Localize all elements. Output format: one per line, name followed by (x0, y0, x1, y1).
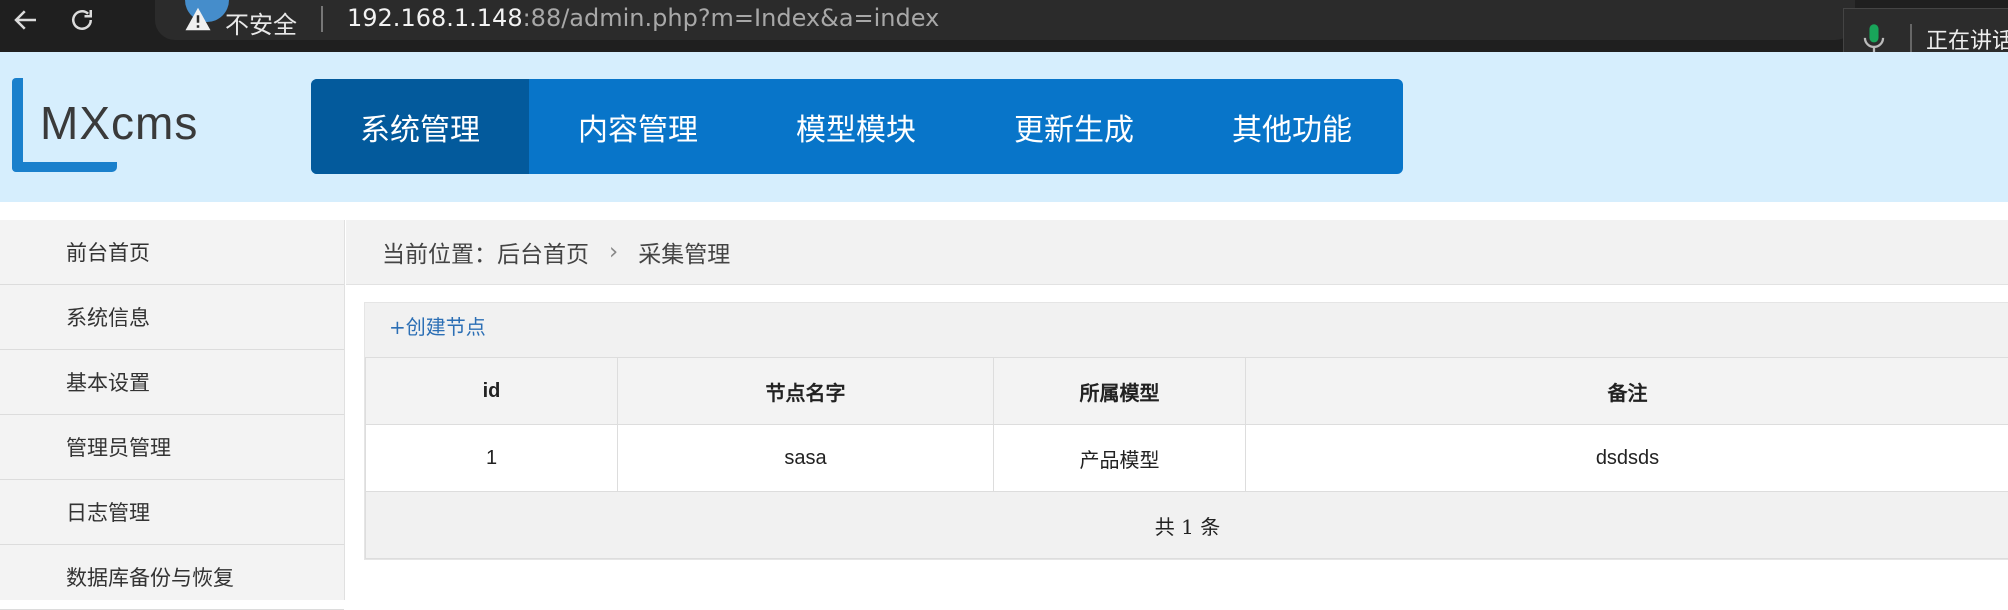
total-row: 共 1 条 (366, 492, 2008, 559)
breadcrumb: 当前位置： 后台首页 › 采集管理 (346, 220, 2008, 285)
url-host: 192.168.1.148 (347, 4, 523, 32)
speech-status: 正在讲话 (1926, 23, 2008, 55)
create-node-link[interactable]: +创建节点 (389, 311, 486, 340)
reload-button[interactable] (56, 0, 108, 40)
sidebar: 前台首页 系统信息 基本设置 管理员管理 日志管理 数据库备份与恢复 (0, 220, 345, 600)
sidebar-item-admin-management[interactable]: 管理员管理 (0, 415, 344, 480)
breadcrumb-current: 采集管理 (638, 235, 730, 269)
tab-system-management[interactable]: 系统管理 (311, 79, 529, 174)
sidebar-item-log-management[interactable]: 日志管理 (0, 480, 344, 545)
node-list-panel: +创建节点 id 节点名字 所属模型 备注 1 sasa 产品模型 dsdsds (364, 302, 2008, 560)
sidebar-item-frontend-home[interactable]: 前台首页 (0, 220, 344, 285)
table-header-row: id 节点名字 所属模型 备注 (366, 358, 2008, 425)
speech-divider (1910, 24, 1912, 54)
address-divider (321, 6, 323, 32)
breadcrumb-home-link[interactable]: 后台首页 (497, 235, 589, 269)
sidebar-item-database-backup[interactable]: 数据库备份与恢复 (0, 545, 344, 610)
table-row[interactable]: 1 sasa 产品模型 dsdsds (366, 425, 2008, 492)
main-content: 当前位置： 后台首页 › 采集管理 +创建节点 id 节点名字 所属模型 备注 … (346, 220, 2008, 600)
tab-model-modules[interactable]: 模型模块 (747, 79, 965, 174)
main-nav: 系统管理 内容管理 模型模块 更新生成 其他功能 (311, 79, 1403, 174)
address-bar[interactable]: 不安全 192.168.1.148:88/admin.php?m=Index&a… (155, 0, 1855, 40)
security-label[interactable]: 不安全 (225, 5, 297, 40)
cell-remark: dsdsds (1246, 425, 2008, 492)
tab-other-functions[interactable]: 其他功能 (1183, 79, 1401, 174)
app-header: MXcms 系统管理 内容管理 模型模块 更新生成 其他功能 (0, 52, 2008, 202)
url-path: :88/admin.php?m=Index&a=index (523, 4, 940, 32)
logo-bar-horizontal (12, 162, 117, 172)
logo[interactable]: MXcms (12, 78, 222, 178)
total-count: 共 1 条 (366, 492, 2008, 559)
breadcrumb-prefix: 当前位置： (382, 235, 497, 269)
cell-model: 产品模型 (994, 425, 1246, 492)
back-button[interactable] (0, 0, 52, 40)
sidebar-item-basic-settings[interactable]: 基本设置 (0, 350, 344, 415)
browser-chrome: 不安全 192.168.1.148:88/admin.php?m=Index&a… (0, 0, 2008, 52)
cell-id: 1 (366, 425, 618, 492)
logo-bar-vertical (12, 78, 23, 172)
tab-content-management[interactable]: 内容管理 (529, 79, 747, 174)
cell-node-name: sasa (618, 425, 994, 492)
tab-update-generate[interactable]: 更新生成 (965, 79, 1183, 174)
node-table: id 节点名字 所属模型 备注 1 sasa 产品模型 dsdsds 共 1 条 (365, 357, 2008, 559)
column-header-id: id (366, 358, 618, 425)
column-header-model: 所属模型 (994, 358, 1246, 425)
logo-text: MXcms (40, 96, 198, 150)
breadcrumb-arrow-icon: › (609, 239, 618, 265)
sidebar-item-system-info[interactable]: 系统信息 (0, 285, 344, 350)
column-header-node-name: 节点名字 (618, 358, 994, 425)
reload-icon (67, 5, 97, 35)
column-header-remark: 备注 (1246, 358, 2008, 425)
back-arrow-icon (11, 5, 41, 35)
warning-icon[interactable] (183, 4, 213, 34)
microphone-icon (1860, 22, 1888, 56)
url-text[interactable]: 192.168.1.148:88/admin.php?m=Index&a=ind… (347, 4, 939, 32)
